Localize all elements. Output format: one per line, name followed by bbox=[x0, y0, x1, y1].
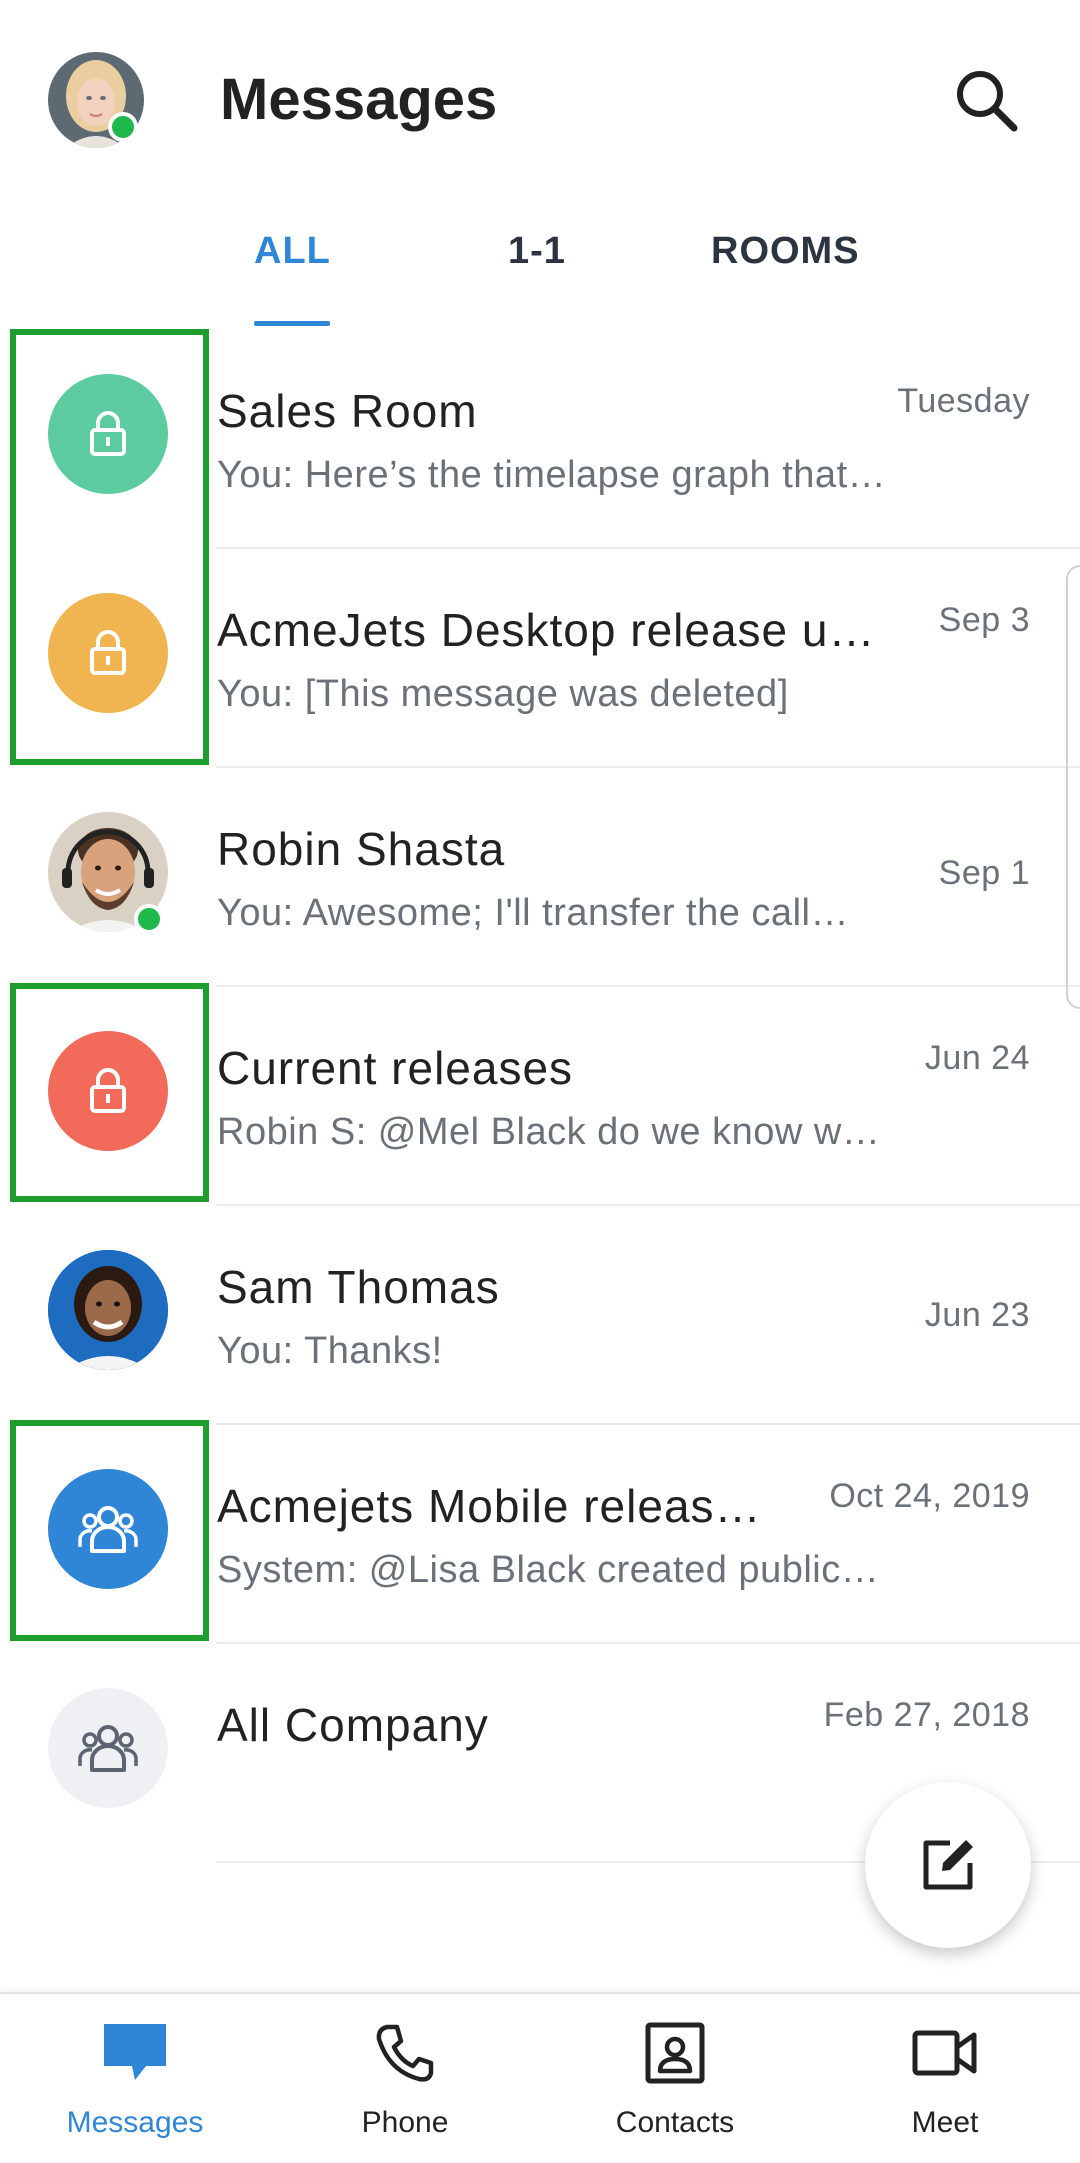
conversation-preview: You: Here’s the timelapse graph that… bbox=[217, 454, 887, 496]
nav-messages[interactable]: Messages bbox=[0, 1994, 270, 2163]
contact-card-icon bbox=[640, 2018, 710, 2088]
conversation-preview: You: Thanks! bbox=[217, 1330, 443, 1372]
highlight-box bbox=[10, 1420, 209, 1641]
nav-meet[interactable]: Meet bbox=[810, 1994, 1080, 2163]
nav-label: Messages bbox=[66, 2106, 204, 2139]
conversation-name: Acmejets Mobile releas… bbox=[217, 1480, 762, 1532]
phone-icon bbox=[370, 2018, 440, 2088]
video-camera-icon bbox=[910, 2018, 980, 2088]
chat-bubble-icon bbox=[100, 2018, 170, 2088]
group-icon bbox=[78, 1725, 138, 1772]
highlight-box bbox=[10, 329, 209, 765]
search-button[interactable] bbox=[950, 64, 1022, 136]
scroll-indicator bbox=[1066, 565, 1080, 1009]
tab-rooms[interactable]: ROOMS bbox=[711, 230, 860, 273]
my-presence-indicator bbox=[108, 112, 138, 142]
conversation-name: Current releases bbox=[217, 1042, 574, 1094]
nav-phone[interactable]: Phone bbox=[270, 1994, 540, 2163]
conversation-preview: You: [This message was deleted] bbox=[217, 673, 789, 715]
conversation-row[interactable]: Robin Shasta You: Awesome; I'll transfer… bbox=[0, 768, 1080, 987]
conversation-name: Sales Room bbox=[217, 385, 478, 437]
conversation-name: AcmeJets Desktop release u… bbox=[217, 604, 876, 656]
conversation-date: Feb 27, 2018 bbox=[823, 1696, 1030, 1734]
conversation-preview: System: @Lisa Black created public… bbox=[217, 1549, 880, 1591]
compose-icon bbox=[923, 1840, 973, 1890]
nav-label: Phone bbox=[361, 2106, 449, 2139]
tab-all[interactable]: ALL bbox=[254, 230, 331, 273]
conversation-date: Jun 24 bbox=[924, 1039, 1030, 1077]
active-tab-indicator bbox=[254, 321, 330, 326]
page-title: Messages bbox=[220, 67, 498, 132]
conversation-date: Tuesday bbox=[897, 382, 1030, 420]
conversation-date: Sep 3 bbox=[938, 601, 1030, 639]
conversation-name: All Company bbox=[217, 1699, 489, 1751]
room-avatar bbox=[48, 1688, 168, 1808]
conversation-tabs: ALL 1-1 ROOMS bbox=[0, 220, 1080, 330]
conversation-date: Oct 24, 2019 bbox=[829, 1477, 1030, 1515]
search-icon bbox=[957, 71, 1018, 132]
contact-avatar bbox=[48, 1250, 168, 1370]
conversation-row[interactable]: Sam Thomas You: Thanks! Jun 23 bbox=[0, 1206, 1080, 1425]
conversation-date: Sep 1 bbox=[938, 854, 1030, 892]
conversation-preview: You: Awesome; I'll transfer the call… bbox=[217, 892, 849, 934]
conversation-date: Jun 23 bbox=[924, 1296, 1030, 1334]
tab-1-1[interactable]: 1-1 bbox=[508, 230, 566, 273]
nav-label: Meet bbox=[911, 2106, 979, 2139]
nav-contacts[interactable]: Contacts bbox=[540, 1994, 810, 2163]
compose-button[interactable] bbox=[865, 1782, 1031, 1948]
highlight-box bbox=[10, 983, 209, 1202]
bottom-navigation: Messages Phone Contacts Meet bbox=[0, 1992, 1080, 2163]
app-header: Messages bbox=[0, 0, 1080, 200]
conversation-preview: Robin S: @Mel Black do we know w… bbox=[217, 1111, 881, 1153]
conversation-name: Sam Thomas bbox=[217, 1261, 500, 1313]
presence-indicator bbox=[134, 904, 164, 934]
conversation-name: Robin Shasta bbox=[217, 823, 506, 875]
nav-label: Contacts bbox=[615, 2106, 735, 2139]
